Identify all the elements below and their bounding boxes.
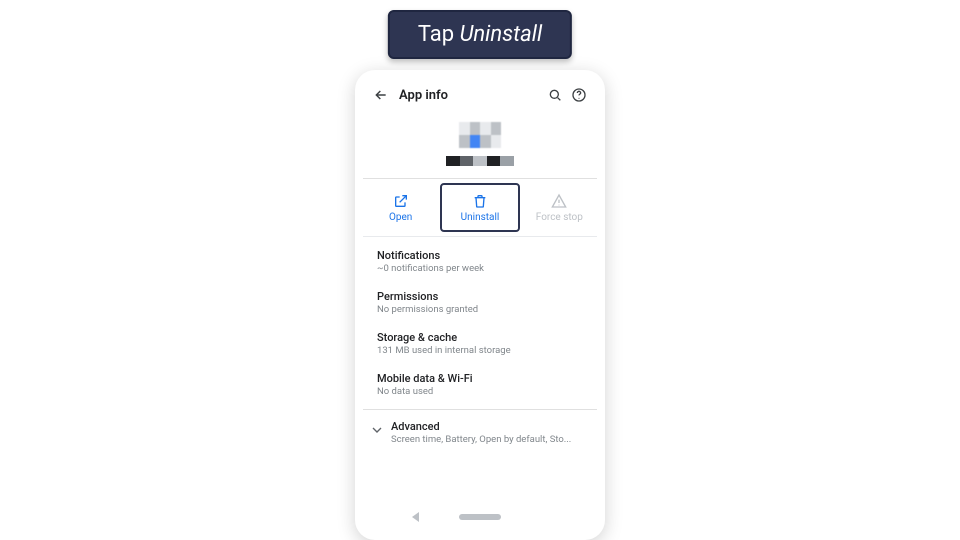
- instruction-callout: Tap Uninstall: [388, 10, 572, 59]
- advanced-title: Advanced: [391, 420, 583, 433]
- callout-prefix: Tap: [418, 22, 460, 47]
- nav-home-pill[interactable]: [459, 514, 501, 520]
- app-summary: [363, 112, 597, 178]
- storage-row[interactable]: Storage & cache 131 MB used in internal …: [363, 323, 597, 364]
- warning-icon: [551, 193, 567, 209]
- help-icon: [571, 87, 587, 103]
- uninstall-button[interactable]: Uninstall: [440, 183, 519, 232]
- back-arrow-icon: [373, 87, 389, 103]
- chevron-down-icon: [369, 422, 385, 438]
- help-button[interactable]: [567, 83, 591, 107]
- app-icon-blurred: [459, 122, 501, 148]
- open-icon: [393, 193, 409, 209]
- open-button[interactable]: Open: [363, 179, 438, 236]
- permissions-sub: No permissions granted: [377, 304, 583, 315]
- notifications-row[interactable]: Notifications ~0 notifications per week: [363, 241, 597, 282]
- app-bar: App info: [363, 78, 597, 112]
- back-button[interactable]: [369, 83, 393, 107]
- notifications-sub: ~0 notifications per week: [377, 263, 583, 274]
- force-stop-button[interactable]: Force stop: [522, 179, 597, 236]
- search-button[interactable]: [543, 83, 567, 107]
- mobile-data-sub: No data used: [377, 386, 583, 397]
- storage-sub: 131 MB used in internal storage: [377, 345, 583, 356]
- force-stop-label: Force stop: [536, 212, 583, 223]
- nav-back-icon[interactable]: [412, 512, 419, 522]
- advanced-sub: Screen time, Battery, Open by default, S…: [391, 434, 583, 445]
- trash-icon: [472, 193, 488, 209]
- storage-title: Storage & cache: [377, 331, 583, 344]
- callout-emphasis: Uninstall: [460, 22, 543, 47]
- advanced-row[interactable]: Advanced Screen time, Battery, Open by d…: [363, 410, 597, 455]
- permissions-row[interactable]: Permissions No permissions granted: [363, 282, 597, 323]
- action-row: Open Uninstall Force stop: [363, 179, 597, 237]
- mobile-data-row[interactable]: Mobile data & Wi-Fi No data used: [363, 364, 597, 405]
- uninstall-label: Uninstall: [461, 212, 500, 223]
- permissions-title: Permissions: [377, 290, 583, 303]
- search-icon: [547, 87, 563, 103]
- open-label: Open: [389, 212, 412, 223]
- phone-frame: App info Ope: [355, 70, 605, 540]
- notifications-title: Notifications: [377, 249, 583, 262]
- phone-screen: App info Ope: [363, 78, 597, 532]
- settings-list: Notifications ~0 notifications per week …: [363, 237, 597, 455]
- expand-chevron: [369, 422, 387, 440]
- app-name-blurred: [446, 156, 514, 166]
- mobile-data-title: Mobile data & Wi-Fi: [377, 372, 583, 385]
- system-nav-bar: [363, 506, 597, 528]
- page-title: App info: [393, 88, 543, 103]
